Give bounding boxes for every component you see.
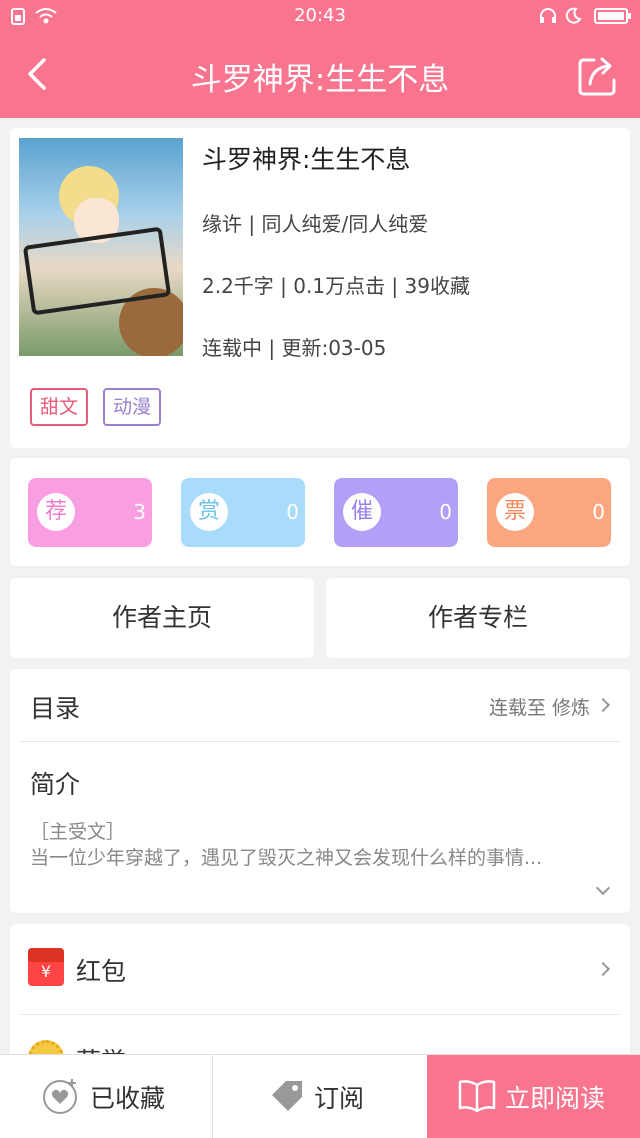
intro-line-1: ［主受文］: [30, 821, 126, 843]
author-column-button[interactable]: 作者专栏: [326, 578, 630, 658]
intro-label: 简介: [30, 770, 81, 799]
book-title: 斗罗神界:生生不息: [202, 145, 411, 174]
toc-row[interactable]: 目录 连载至 修炼: [10, 669, 630, 741]
recommend-button[interactable]: 荐 3: [28, 478, 152, 547]
expand-chevron-down-icon[interactable]: [595, 880, 611, 896]
book-info-card: 斗罗神界:生生不息 缘许 | 同人纯爱/同人纯爱 2.2千字 | 0.1万点击 …: [10, 128, 630, 448]
collected-label: 已收藏: [90, 1084, 166, 1113]
ticket-icon: 票: [496, 493, 534, 531]
hongbao-row[interactable]: ¥ 红包: [10, 924, 630, 1014]
top-header: 20:43 斗罗神界:生生不息: [0, 0, 640, 118]
chevron-right-icon: [595, 697, 611, 713]
recommend-icon: 荐: [37, 493, 75, 531]
book-author-category: 缘许 | 同人纯爱/同人纯爱: [202, 212, 429, 236]
divider: [20, 741, 620, 742]
recommend-count: 3: [133, 500, 146, 524]
support-actions-card: 荐 3 赏 0 催 0 票 0: [10, 458, 630, 566]
toc-intro-card: 目录 连载至 修炼 简介 ［主受文］ 当一位少年穿越了，遇见了毁灭之神又会发现什…: [10, 669, 630, 913]
subscribe-button[interactable]: 订阅: [270, 1055, 420, 1138]
intro-line-2: 当一位少年穿越了，遇见了毁灭之神又会发现什么样的事情...: [30, 847, 543, 869]
bottom-action-bar: 已收藏 订阅 立即阅读: [0, 1054, 640, 1138]
vote-count: 0: [592, 500, 605, 524]
read-now-button[interactable]: 立即阅读: [427, 1055, 640, 1138]
battery-icon: [594, 7, 632, 30]
toc-latest-chapter: 连载至 修炼: [488, 697, 590, 719]
urge-button[interactable]: 催 0: [334, 478, 458, 547]
urge-icon: 催: [343, 493, 381, 531]
urge-count: 0: [439, 500, 452, 524]
book-status: 连载中 | 更新:03-05: [202, 336, 387, 360]
tag-icon: [270, 1079, 304, 1119]
vote-button[interactable]: 票 0: [487, 478, 611, 547]
chevron-right-icon: [595, 961, 611, 977]
red-envelope-icon: ¥: [28, 948, 64, 986]
headphone-icon: [538, 7, 558, 30]
read-now-label: 立即阅读: [505, 1084, 606, 1113]
hongbao-label: 红包: [76, 957, 127, 986]
moon-icon: [564, 7, 582, 30]
reward-count: 0: [286, 500, 299, 524]
subscribe-label: 订阅: [314, 1084, 365, 1113]
back-icon[interactable]: [18, 52, 62, 96]
status-bar: 20:43: [0, 0, 640, 34]
book-cover[interactable]: [19, 138, 183, 356]
book-open-icon: [457, 1079, 497, 1117]
toc-label: 目录: [30, 694, 81, 723]
reward-button[interactable]: 赏 0: [181, 478, 305, 547]
collected-button[interactable]: 已收藏: [42, 1055, 212, 1138]
share-icon[interactable]: [576, 54, 620, 98]
reward-icon: 赏: [190, 493, 228, 531]
navigation-bar: 斗罗神界:生生不息: [0, 34, 640, 118]
author-homepage-button[interactable]: 作者主页: [10, 578, 314, 658]
tag-anime[interactable]: 动漫: [103, 388, 162, 426]
divider: [20, 1014, 620, 1015]
heart-plus-icon: [42, 1077, 80, 1121]
tag-sweet[interactable]: 甜文: [30, 388, 89, 426]
book-stats: 2.2千字 | 0.1万点击 | 39收藏: [202, 274, 470, 298]
page-title: 斗罗神界:生生不息: [190, 62, 450, 98]
